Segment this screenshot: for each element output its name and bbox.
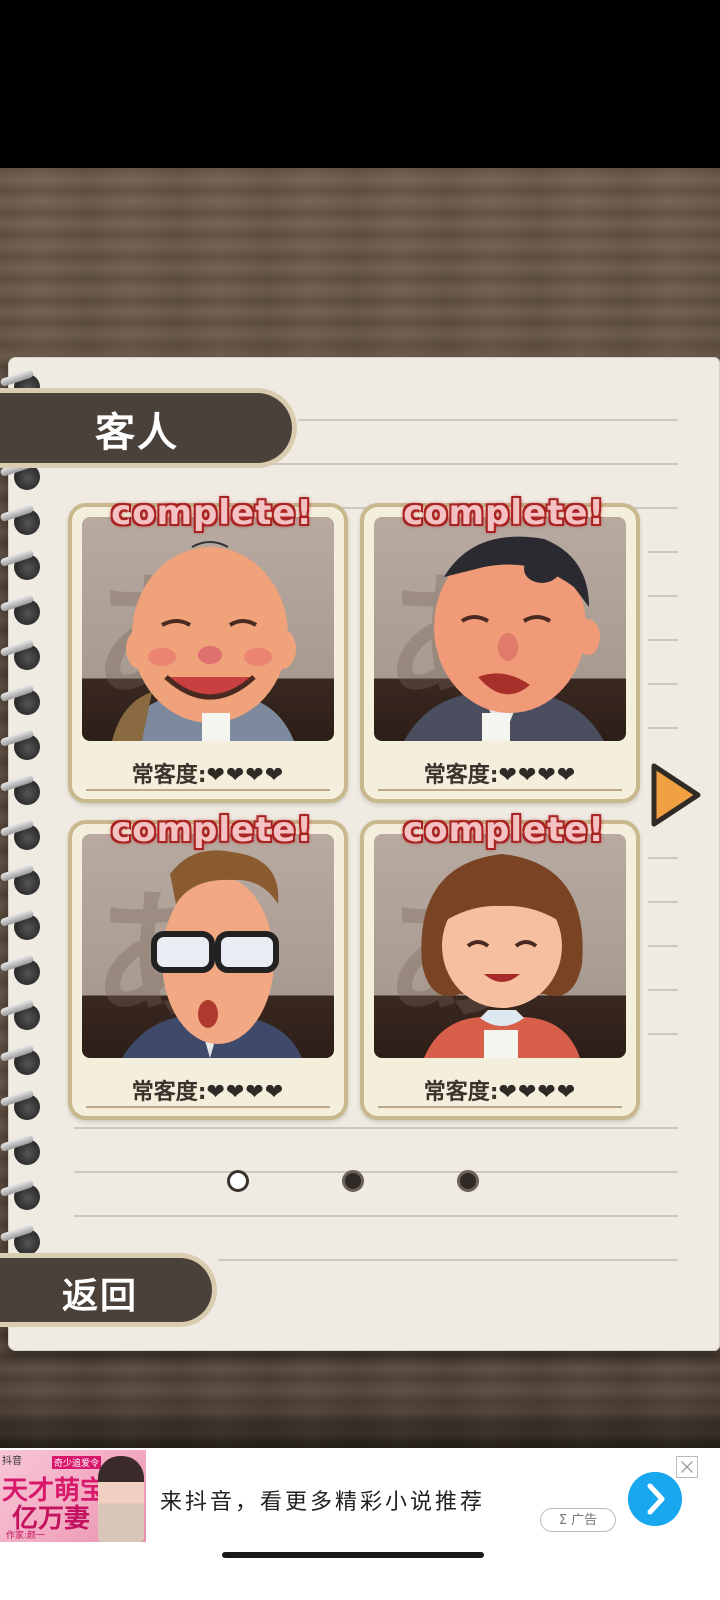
ruled-line <box>648 989 678 991</box>
regular-label: 常客度: <box>423 763 499 788</box>
ruled-line <box>648 945 678 947</box>
spiral-ring-icon <box>0 998 40 1038</box>
spiral-ring-icon <box>0 728 40 768</box>
ruled-line <box>218 1259 678 1261</box>
spiral-ring-icon <box>0 548 40 588</box>
regular-label: 常客度: <box>423 1080 499 1105</box>
spiral-ring-icon <box>0 1133 40 1173</box>
underline <box>378 1106 622 1108</box>
underline <box>378 789 622 791</box>
underline <box>86 1106 330 1108</box>
page-dot-2[interactable] <box>342 1170 364 1192</box>
ruled-line <box>648 551 678 553</box>
back-button[interactable] <box>0 1253 217 1327</box>
ad-badge: Σ 广告 <box>540 1508 616 1532</box>
ruled-line <box>298 419 678 421</box>
regular-level: 常客度:❤❤❤❤ <box>364 757 636 789</box>
spiral-ring-icon <box>0 953 40 993</box>
ruled-line <box>74 1127 678 1129</box>
ruled-line <box>74 1215 678 1217</box>
ad-source-label: 抖音 <box>2 1456 22 1467</box>
page-dot-3[interactable] <box>457 1170 479 1192</box>
customer-portrait-4: あ <box>374 834 626 1058</box>
ad-banner[interactable]: 抖音 天才萌宝 亿万妻 作家:颜一 奇少追爱令 来抖音，看更多精彩小说推荐 Σ … <box>0 1448 720 1600</box>
customer-card-2[interactable]: あ complete! 常客度:❤❤❤❤ <box>360 493 640 803</box>
regular-label: 常客度: <box>131 1080 207 1105</box>
spiral-ring-icon <box>0 1178 40 1218</box>
complete-label: complete! <box>403 810 605 850</box>
underline <box>86 789 330 791</box>
spiral-ring-icon <box>0 818 40 858</box>
top-black-bar <box>0 0 720 168</box>
customer-portrait-1: あ <box>82 517 334 741</box>
ruled-line <box>648 901 678 903</box>
ruled-line <box>648 1033 678 1035</box>
heart-icons: ❤❤❤❤ <box>206 763 285 788</box>
spiral-ring-icon <box>0 638 40 678</box>
wood-shadow <box>0 1400 720 1448</box>
customer-card-1[interactable]: あ complete! 常客度:❤❤❤❤ <box>68 493 348 803</box>
ruled-line <box>74 1171 678 1173</box>
spiral-ring-icon <box>0 908 40 948</box>
ruled-line <box>648 639 678 641</box>
spiral-ring-icon <box>0 503 40 543</box>
spiral-ring-icon <box>0 683 40 723</box>
regular-label: 常客度: <box>131 763 207 788</box>
ad-close-icon[interactable] <box>676 1456 698 1478</box>
ruled-line <box>648 727 678 729</box>
customer-portrait-3: あ <box>82 834 334 1058</box>
ruled-line <box>648 595 678 597</box>
ruled-line <box>648 683 678 685</box>
spiral-ring-icon <box>0 593 40 633</box>
spiral-ring-icon <box>0 1088 40 1128</box>
ad-go-arrow-icon[interactable] <box>628 1472 682 1526</box>
next-page-arrow-icon[interactable] <box>648 762 704 828</box>
regular-level: 常客度:❤❤❤❤ <box>72 1074 344 1106</box>
spiral-ring-icon <box>0 773 40 813</box>
heart-icons: ❤❤❤❤ <box>498 1080 577 1105</box>
customer-card-4[interactable]: あ complete! 常客度:❤❤❤❤ <box>360 810 640 1120</box>
regular-level: 常客度:❤❤❤❤ <box>72 757 344 789</box>
regular-level: 常客度:❤❤❤❤ <box>364 1074 636 1106</box>
complete-label: complete! <box>111 810 313 850</box>
ad-image-tag: 奇少追爱令 <box>52 1456 102 1469</box>
home-indicator[interactable] <box>222 1552 484 1558</box>
page-dot-1[interactable] <box>227 1170 249 1192</box>
spiral-ring-icon <box>0 863 40 903</box>
complete-label: complete! <box>403 493 605 533</box>
heart-icons: ❤❤❤❤ <box>498 763 577 788</box>
ad-headline[interactable]: 来抖音，看更多精彩小说推荐 <box>160 1484 485 1516</box>
ruled-line <box>648 857 678 859</box>
ad-image-author: 作家:颜一 <box>6 1531 46 1541</box>
customer-card-3[interactable]: あ complete! 常客度:❤❤❤❤ <box>68 810 348 1120</box>
heart-icons: ❤❤❤❤ <box>206 1080 285 1105</box>
ad-woman-illustration <box>98 1456 144 1542</box>
complete-label: complete! <box>111 493 313 533</box>
ad-image[interactable]: 抖音 天才萌宝 亿万妻 作家:颜一 奇少追爱令 <box>0 1450 146 1542</box>
page-title: 客人 <box>95 410 179 456</box>
spiral-ring-icon <box>0 1043 40 1083</box>
customer-portrait-2: あ <box>374 517 626 741</box>
